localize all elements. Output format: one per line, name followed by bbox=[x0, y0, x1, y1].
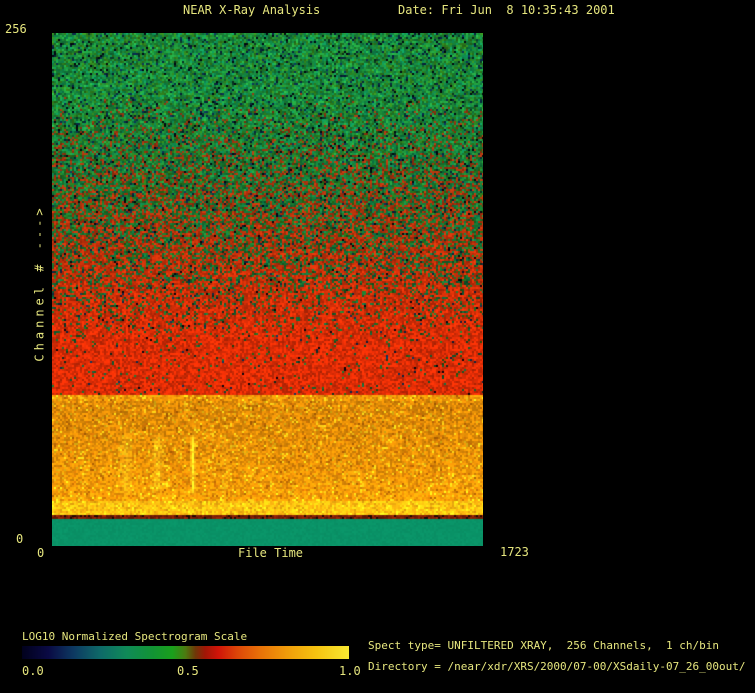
app-window: NEAR X-Ray Analysis Date: Fri Jun 8 10:3… bbox=[0, 0, 755, 693]
y-axis-label: Channel # ---> bbox=[32, 204, 47, 362]
spect-type-info: Spect type= UNFILTERED XRAY, 256 Channel… bbox=[368, 639, 719, 652]
directory-info: Directory = /near/xdr/XRS/2000/07-00/XSd… bbox=[368, 660, 746, 673]
colorbar-tick-min: 0.0 bbox=[22, 664, 44, 678]
y-axis-tick-max: 256 bbox=[5, 22, 27, 36]
x-axis-label: File Time bbox=[238, 546, 304, 560]
spectrogram-image bbox=[52, 33, 483, 546]
colorbar-tick-max: 1.0 bbox=[339, 664, 361, 678]
date-label: Date: Fri Jun 8 10:35:43 2001 bbox=[398, 3, 615, 17]
colorbar-title: LOG10 Normalized Spectrogram Scale bbox=[22, 630, 248, 643]
x-axis-tick-max: 1723 bbox=[500, 545, 529, 559]
page-title: NEAR X-Ray Analysis bbox=[183, 3, 321, 17]
colorbar-gradient bbox=[22, 646, 349, 659]
y-axis-tick-min: 0 bbox=[16, 532, 24, 546]
x-axis-tick-min: 0 bbox=[37, 546, 45, 560]
colorbar-tick-mid: 0.5 bbox=[177, 664, 199, 678]
